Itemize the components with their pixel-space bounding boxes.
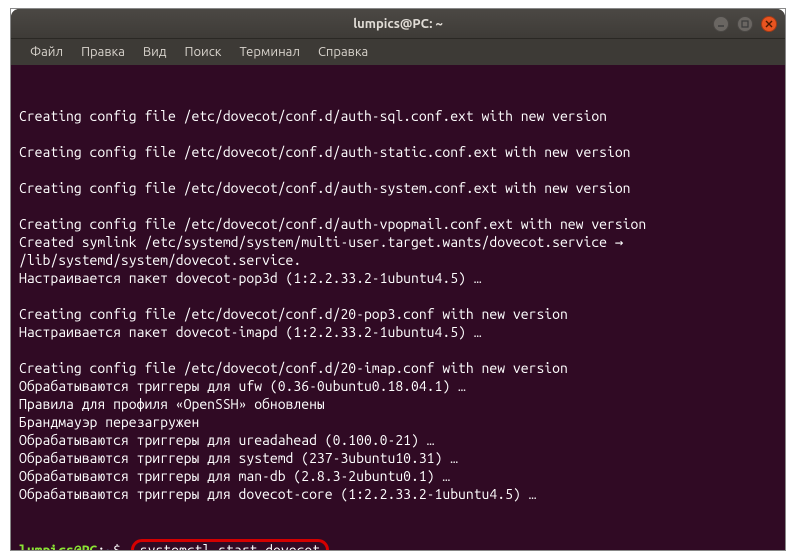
prompt-sep: : [97,541,105,550]
window-title: lumpics@PC: ~ [353,17,443,31]
terminal-output-line: Обрабатываются триггеры для systemd (237… [19,449,777,467]
terminal-output-line: Creating config file /etc/dovecot/conf.d… [19,359,777,377]
terminal-output-line: Обрабатываются триггеры для ureadahead (… [19,431,777,449]
terminal-output-line: Настраивается пакет dovecot-pop3d (1:2.2… [19,269,777,287]
terminal-output-line: Creating config file /etc/dovecot/conf.d… [19,107,777,125]
terminal-output-line: Обрабатываются триггеры для ufw (0.36-0u… [19,377,777,395]
prompt-user: lumpics@PC [19,541,97,550]
terminal-output-line: Creating config file /etc/dovecot/conf.d… [19,179,777,197]
prompt-symbol: $ [113,541,121,550]
terminal-output-line [19,125,777,143]
terminal-output-line [19,197,777,215]
terminal-output-line [19,161,777,179]
terminal-output-line [19,341,777,359]
terminal-output-line: Creating config file /etc/dovecot/conf.d… [19,305,777,323]
terminal-output-line: Обрабатываются триггеры для man-db (2.8.… [19,467,777,485]
prompt-path: ~ [105,541,113,550]
titlebar: lumpics@PC: ~ [11,9,785,39]
menu-terminal[interactable]: Терминал [230,42,308,62]
terminal-output-line: Правила для профиля «OpenSSH» обновлены [19,395,777,413]
terminal-output: Creating config file /etc/dovecot/conf.d… [19,107,777,503]
screenshot-frame: lumpics@PC: ~ Файл Правка Вид Поиск Терм… [10,8,786,551]
terminal-output-line: Настраивается пакет dovecot-imapd (1:2.2… [19,323,777,341]
terminal-output-line [19,287,777,305]
close-icon[interactable] [761,16,777,32]
menu-edit[interactable]: Правка [72,42,134,62]
terminal-body[interactable]: Creating config file /etc/dovecot/conf.d… [11,65,785,550]
terminal-output-line: Creating config file /etc/dovecot/conf.d… [19,143,777,161]
menu-file[interactable]: Файл [21,42,72,62]
terminal-window: lumpics@PC: ~ Файл Правка Вид Поиск Терм… [11,9,785,550]
menu-search[interactable]: Поиск [175,42,230,62]
minimize-icon[interactable] [713,16,729,32]
terminal-output-line: Обрабатываются триггеры для dovecot-core… [19,485,777,503]
terminal-output-line: Брандмауэр перезагружен [19,413,777,431]
terminal-output-line: Creating config file /etc/dovecot/conf.d… [19,215,777,233]
menubar: Файл Правка Вид Поиск Терминал Справка [11,39,785,65]
terminal-prompt-line: lumpics@PC:~$ systemctl start dovecot [19,539,777,550]
maximize-icon[interactable] [737,16,753,32]
menu-help[interactable]: Справка [309,42,377,62]
terminal-output-line: Created symlink /etc/systemd/system/mult… [19,233,777,269]
menu-view[interactable]: Вид [134,42,176,62]
highlighted-command: systemctl start dovecot [131,539,329,550]
window-controls [713,16,777,32]
